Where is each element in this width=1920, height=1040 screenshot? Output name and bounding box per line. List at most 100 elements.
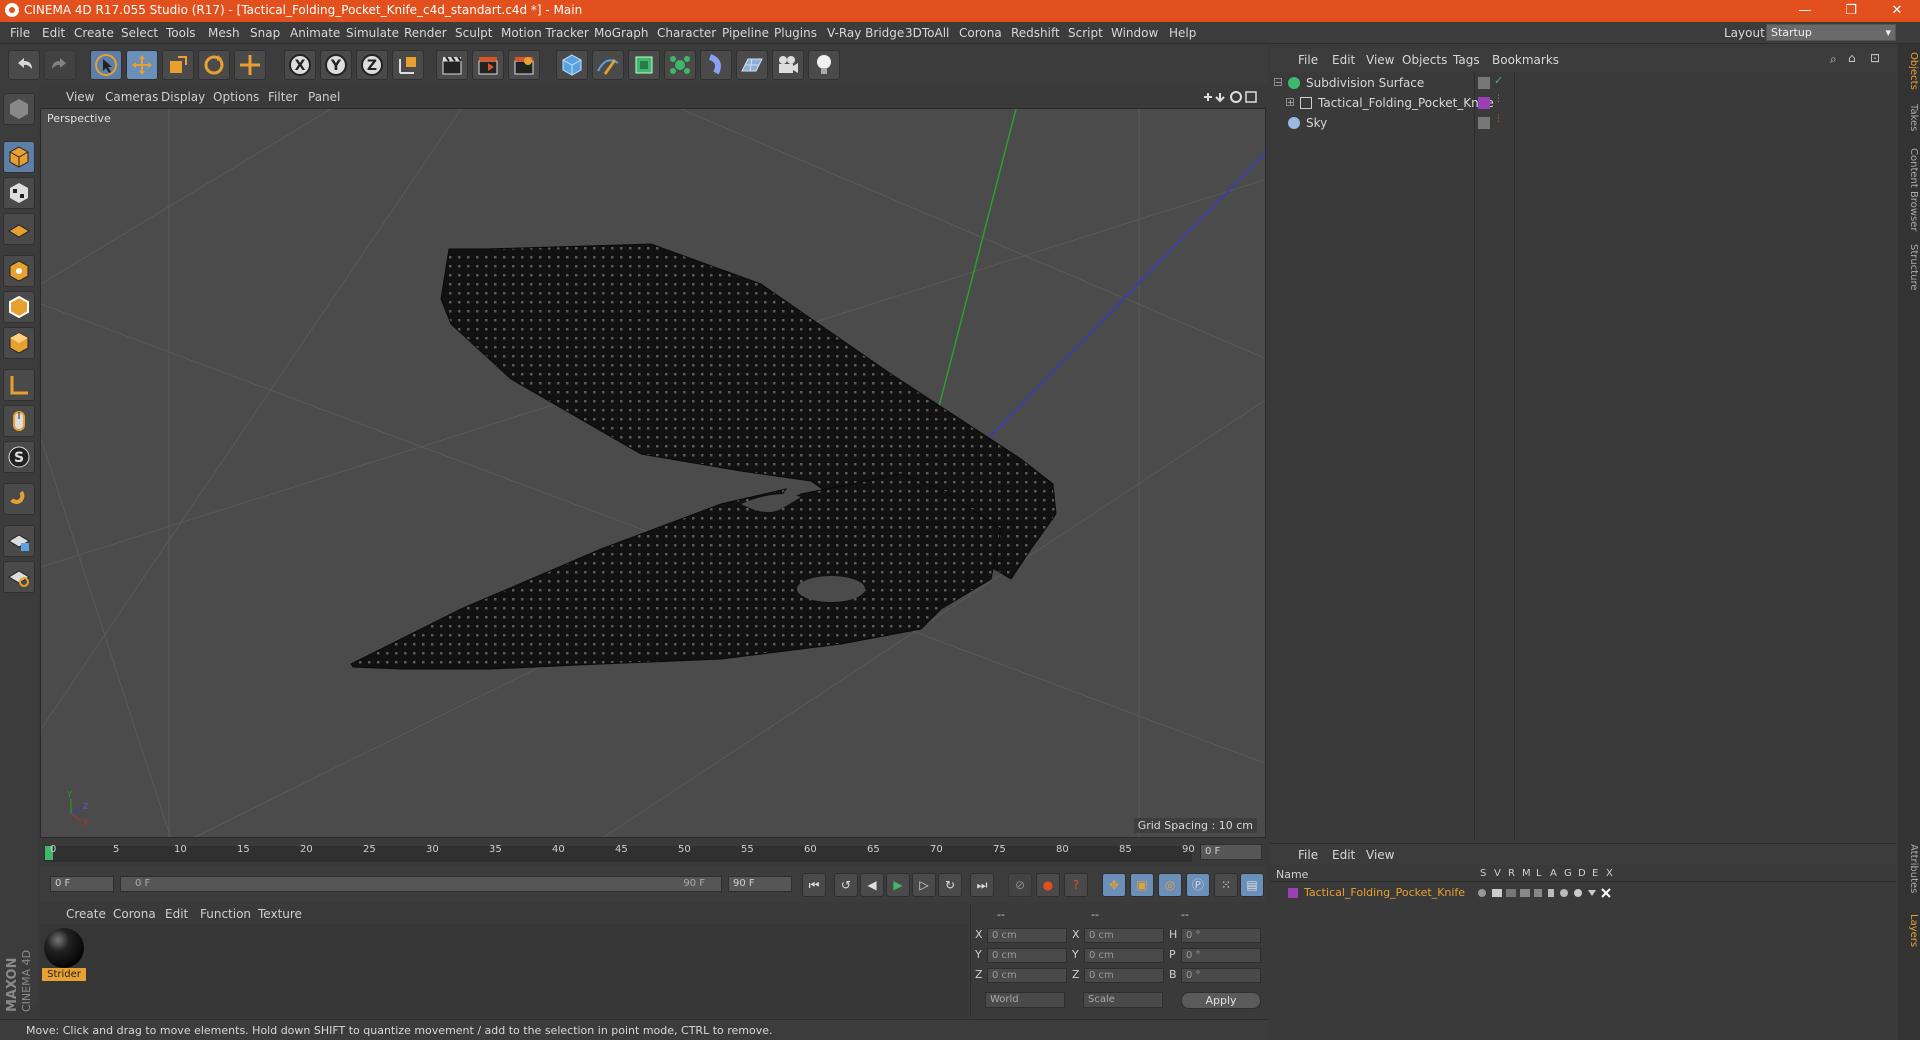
layer-menu-view[interactable]: View <box>1366 848 1394 862</box>
visibility-dots-icon[interactable]: ⋮ <box>1494 114 1503 124</box>
camera-button[interactable] <box>772 50 804 80</box>
menu-snap[interactable]: Snap <box>250 26 280 40</box>
viewport-nav-icons[interactable] <box>1200 89 1270 105</box>
position-y-field[interactable]: 0 cm <box>987 948 1067 963</box>
current-frame-field[interactable]: 0 F <box>1200 844 1262 860</box>
menu-sculpt[interactable]: Sculpt <box>455 26 492 40</box>
menu-script[interactable]: Script <box>1068 26 1103 40</box>
scale-key-button[interactable]: ▣ <box>1130 873 1154 897</box>
menu-vray-bridge[interactable]: V-Ray Bridge <box>827 26 904 40</box>
search-icon[interactable]: ⌕ <box>1830 52 1837 67</box>
record-keys-button[interactable]: ⊘ <box>1008 873 1032 897</box>
recent-tool-button[interactable] <box>234 50 266 80</box>
object-menu-view[interactable]: View <box>1366 53 1394 67</box>
side-tab-takes[interactable]: Takes <box>1899 104 1919 131</box>
size-x-field[interactable]: 0 cm <box>1084 928 1164 943</box>
layer-menu-file[interactable]: File <box>1298 848 1318 862</box>
render-view-button[interactable] <box>436 50 468 80</box>
workplane-mode-button[interactable] <box>3 213 35 245</box>
restore-button[interactable]: ❐ <box>1828 0 1874 22</box>
size-mode-select[interactable]: Scale <box>1083 992 1163 1008</box>
axis-mode-button[interactable] <box>3 369 35 401</box>
spline-pen-button[interactable] <box>592 50 624 80</box>
object-menu-tags[interactable]: Tags <box>1453 53 1480 67</box>
viewport-menu-cameras[interactable]: Cameras <box>105 90 158 104</box>
lock-workplane-button[interactable] <box>3 525 35 557</box>
keyframe-selection-button[interactable]: ? <box>1064 873 1088 897</box>
menu-3dtoall[interactable]: 3DToAll <box>905 26 949 40</box>
menu-edit[interactable]: Edit <box>42 26 65 40</box>
position-key-button[interactable]: ✥ <box>1102 873 1126 897</box>
object-row-sky[interactable]: Sky ⋮ <box>1270 114 1896 133</box>
light-button[interactable] <box>808 50 840 80</box>
cube-object-button[interactable] <box>556 50 588 80</box>
previous-key-button[interactable]: ↺ <box>834 873 858 897</box>
size-y-field[interactable]: 0 cm <box>1084 948 1164 963</box>
polygons-mode-button[interactable] <box>3 327 35 359</box>
subdivision-surface-button[interactable] <box>628 50 660 80</box>
rotation-b-field[interactable]: 0 ° <box>1181 968 1261 983</box>
menu-simulate[interactable]: Simulate <box>346 26 399 40</box>
timeline-ruler[interactable]: 0 5 10 15 20 25 30 35 40 45 50 55 60 65 … <box>40 840 1266 864</box>
model-mode-button[interactable] <box>3 141 35 173</box>
rotation-p-field[interactable]: 0 ° <box>1181 948 1261 963</box>
autokeying-button[interactable]: ● <box>1036 873 1060 897</box>
tweak-mode-button[interactable] <box>3 405 35 437</box>
layer-color-icon[interactable] <box>1478 97 1490 109</box>
material-swatch[interactable]: Strider <box>42 926 86 982</box>
perspective-viewport[interactable]: Y Z X Perspective Grid Spacing : 10 cm <box>40 108 1266 838</box>
material-menu-create[interactable]: Create <box>66 907 106 921</box>
material-menu-function[interactable]: Function <box>200 907 251 921</box>
layer-tag-icon[interactable] <box>1478 117 1490 129</box>
collapse-toggle[interactable]: − <box>1274 78 1282 87</box>
viewport-menu-options[interactable]: Options <box>213 90 259 104</box>
material-menu-edit[interactable]: Edit <box>165 907 188 921</box>
rotation-key-button[interactable]: ◎ <box>1158 873 1182 897</box>
menu-pipeline[interactable]: Pipeline <box>722 26 769 40</box>
position-x-field[interactable]: 0 cm <box>987 928 1067 943</box>
material-menu-texture[interactable]: Texture <box>258 907 302 921</box>
frame-range-slider[interactable]: 0 F 90 F <box>120 876 722 892</box>
start-frame-field[interactable]: 0 F <box>50 876 114 892</box>
points-mode-button[interactable] <box>3 255 35 287</box>
move-tool-button[interactable] <box>126 50 158 80</box>
size-z-field[interactable]: 0 cm <box>1084 968 1164 983</box>
render-settings-button[interactable] <box>508 50 540 80</box>
menu-select[interactable]: Select <box>121 26 158 40</box>
visibility-dots-icon[interactable]: ⋮ <box>1494 94 1503 104</box>
deformer-button[interactable] <box>700 50 732 80</box>
timeline-window-button[interactable]: ▤ <box>1240 873 1264 897</box>
menu-mesh[interactable]: Mesh <box>208 26 240 40</box>
side-tab-layers[interactable]: Layers <box>1899 914 1919 947</box>
viewport-menu-display[interactable]: Display <box>161 90 205 104</box>
render-to-picture-viewer-button[interactable] <box>472 50 504 80</box>
apply-button[interactable]: Apply <box>1181 992 1261 1009</box>
layout-select[interactable]: Startup <box>1766 24 1896 41</box>
viewport-menu-panel[interactable]: Panel <box>308 90 340 104</box>
menu-file[interactable]: File <box>10 26 30 40</box>
side-tab-content-browser[interactable]: Content Browser <box>1899 148 1919 231</box>
panel-options-icon[interactable]: ⊡ <box>1870 51 1880 65</box>
menu-create[interactable]: Create <box>74 26 114 40</box>
layer-tag-icon[interactable] <box>1478 77 1490 89</box>
cloner-button[interactable] <box>664 50 696 80</box>
object-row-subdivision-surface[interactable]: − Subdivision Surface ✓ <box>1270 74 1896 93</box>
object-menu-edit[interactable]: Edit <box>1332 53 1355 67</box>
menu-mograph[interactable]: MoGraph <box>594 26 649 40</box>
side-tab-structure[interactable]: Structure <box>1899 244 1919 291</box>
planar-workplane-button[interactable] <box>3 561 35 593</box>
menu-animate[interactable]: Animate <box>290 26 340 40</box>
end-frame-field[interactable]: 90 F <box>728 876 792 892</box>
next-frame-button[interactable]: ▷ <box>912 873 936 897</box>
coordinate-system-button[interactable] <box>392 50 424 80</box>
next-key-button[interactable]: ↻ <box>938 873 962 897</box>
previous-frame-button[interactable]: ◀ <box>860 873 884 897</box>
redo-button[interactable] <box>44 50 76 80</box>
minimize-button[interactable]: — <box>1782 0 1828 22</box>
object-row-knife[interactable]: + Tactical_Folding_Pocket_Knife ⋮ <box>1270 94 1896 113</box>
coordinate-space-select[interactable]: World <box>985 992 1065 1008</box>
magnet-button[interactable] <box>3 483 35 515</box>
rotate-tool-button[interactable] <box>198 50 230 80</box>
side-tab-attributes[interactable]: Attributes <box>1899 844 1919 893</box>
play-button[interactable]: ▶ <box>886 873 910 897</box>
